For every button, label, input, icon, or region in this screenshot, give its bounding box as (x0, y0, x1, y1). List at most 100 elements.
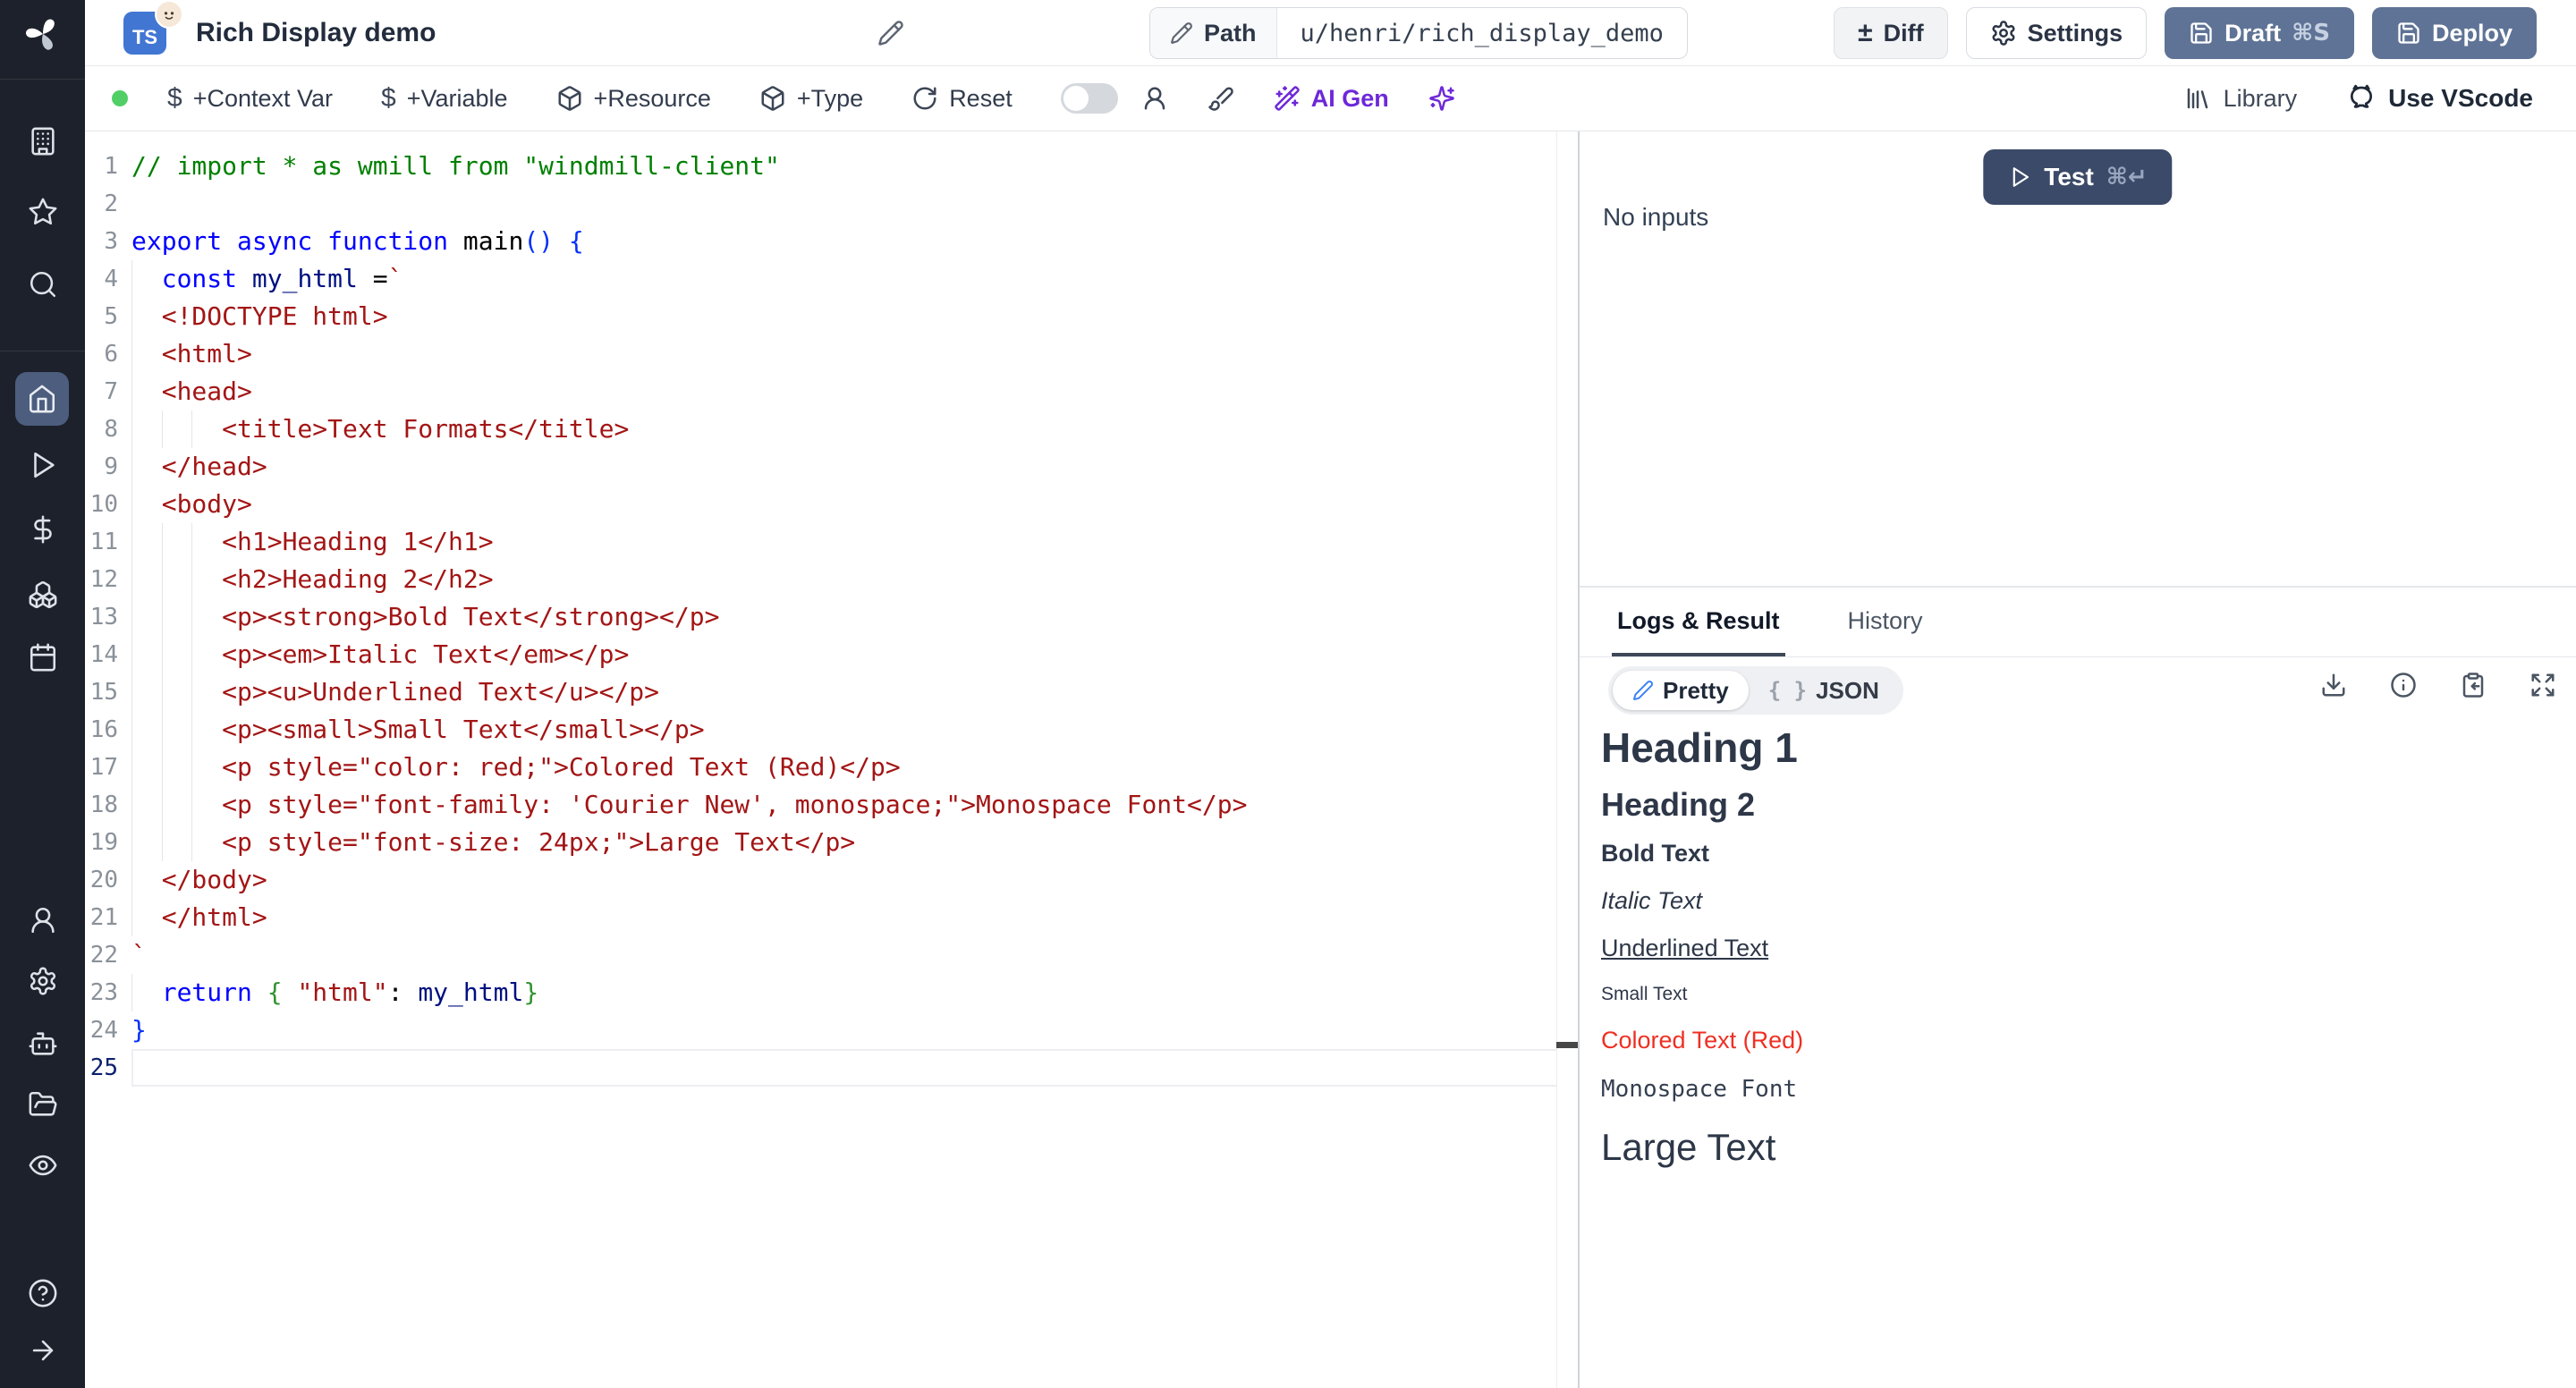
settings-button[interactable]: Settings (1966, 7, 2148, 59)
multiplayer-toggle[interactable] (1061, 83, 1118, 114)
save-icon (2189, 21, 2214, 46)
sidebar-item-folders[interactable] (0, 1083, 85, 1126)
sidebar-item-workspace[interactable] (0, 120, 85, 163)
line-number: 11 (85, 523, 131, 561)
format-button[interactable] (1208, 85, 1234, 112)
home-icon (27, 384, 57, 414)
edit-title-button[interactable] (877, 20, 904, 47)
code-line-10[interactable]: 10 <body> (85, 486, 1578, 523)
line-number: 18 (85, 786, 131, 824)
view-json[interactable]: { } JSON (1749, 671, 1899, 710)
code-line-3[interactable]: 3export async function main() { (85, 223, 1578, 260)
robot-icon (28, 1028, 58, 1059)
sidebar-item-search[interactable] (0, 263, 85, 306)
code-editor[interactable]: 1// import * as wmill from "windmill-cli… (85, 131, 1578, 1388)
code-line-9[interactable]: 9 </head> (85, 448, 1578, 486)
code-line-24[interactable]: 24} (85, 1011, 1578, 1049)
code-line-21[interactable]: 21 </html> (85, 899, 1578, 936)
sidebar-item-runs[interactable] (0, 444, 85, 487)
line-number: 2 (85, 185, 131, 223)
sidebar-item-audit-logs[interactable] (0, 1144, 85, 1187)
tab-logs-result[interactable]: Logs & Result (1612, 588, 1785, 656)
code-line-7[interactable]: 7 <head> (85, 373, 1578, 410)
code-line-2[interactable]: 2 (85, 185, 1578, 223)
add-type-button[interactable]: +Type (759, 85, 863, 113)
sidebar-item-home[interactable] (15, 372, 69, 426)
play-icon (28, 450, 58, 480)
code-line-19[interactable]: 19 <p style="font-size: 24px;">Large Tex… (85, 824, 1578, 861)
sidebar-item-settings[interactable] (0, 960, 85, 1003)
sidebar-item-schedules[interactable] (0, 636, 85, 679)
library-button[interactable]: Library (2184, 85, 2298, 113)
copy-result-button[interactable] (2460, 672, 2487, 698)
code-line-18[interactable]: 18 <p style="font-family: 'Courier New',… (85, 786, 1578, 824)
code-line-1[interactable]: 1// import * as wmill from "windmill-cli… (85, 148, 1578, 185)
editor-overview-ruler[interactable] (1556, 131, 1578, 1388)
sidebar-item-users[interactable] (0, 899, 85, 942)
code-line-22[interactable]: 22` (85, 936, 1578, 974)
result-small: Small Text (1601, 984, 2576, 1005)
sidebar-item-help[interactable] (0, 1272, 85, 1315)
result-large: Large Text (1601, 1126, 2576, 1169)
line-number: 25 (85, 1049, 131, 1087)
line-number: 1 (85, 148, 131, 185)
code-line-17[interactable]: 17 <p style="color: red;">Colored Text (… (85, 749, 1578, 786)
code-line-25[interactable]: 25 (85, 1049, 1578, 1087)
add-context-var-button[interactable]: $ +Context Var (167, 83, 333, 114)
sidebar-item-resources[interactable] (0, 573, 85, 616)
test-button[interactable]: Test ⌘↵ (1983, 149, 2172, 205)
code-line-11[interactable]: 11 <h1>Heading 1</h1> (85, 523, 1578, 561)
windmill-logo-icon[interactable] (0, 13, 85, 55)
ai-suggest-button[interactable] (1428, 85, 1455, 112)
use-vscode-button[interactable]: Use VScode (2347, 84, 2533, 113)
code-line-20[interactable]: 20 </body> (85, 861, 1578, 899)
pencil-icon (1170, 21, 1193, 45)
result-info-button[interactable] (2390, 672, 2417, 698)
view-pretty[interactable]: Pretty (1613, 671, 1749, 710)
code-line-12[interactable]: 12 <h2>Heading 2</h2> (85, 561, 1578, 598)
sidebar-item-workers[interactable] (0, 1022, 85, 1065)
draft-button[interactable]: Draft ⌘S (2165, 7, 2354, 59)
line-number: 10 (85, 486, 131, 523)
package-icon (556, 85, 583, 112)
play-icon (2008, 165, 2031, 189)
code-line-15[interactable]: 15 <p><u>Underlined Text</u></p> (85, 673, 1578, 711)
ai-gen-button[interactable]: AI Gen (1274, 85, 1389, 113)
sidebar (0, 0, 85, 1388)
dollar-icon (28, 514, 58, 545)
code-line-6[interactable]: 6 <html> (85, 335, 1578, 373)
reset-button[interactable]: Reset (911, 85, 1013, 113)
star-icon (28, 197, 58, 227)
add-variable-button[interactable]: $ +Variable (381, 83, 508, 114)
library-icon (2184, 85, 2211, 112)
sidebar-item-favorites[interactable] (0, 190, 85, 233)
line-number: 8 (85, 410, 131, 448)
code-line-14[interactable]: 14 <p><em>Italic Text</em></p> (85, 636, 1578, 673)
diff-button[interactable]: ± Diff (1834, 7, 1947, 59)
code-line-4[interactable]: 4 const my_html =` (85, 260, 1578, 298)
sidebar-item-variables[interactable] (0, 508, 85, 551)
sidebar-collapse-button[interactable] (0, 1329, 85, 1372)
line-number: 20 (85, 861, 131, 899)
line-number: 15 (85, 673, 131, 711)
pen-icon (1632, 680, 1654, 701)
add-resource-button[interactable]: +Resource (556, 85, 711, 113)
result-mono: Monospace Font (1601, 1076, 2576, 1103)
expand-result-button[interactable] (2529, 672, 2556, 698)
draft-shortcut: ⌘S (2292, 20, 2330, 47)
code-line-8[interactable]: 8 <title>Text Formats</title> (85, 410, 1578, 448)
code-line-23[interactable]: 23 return { "html": my_html} (85, 974, 1578, 1011)
result-italic: Italic Text (1601, 887, 2576, 915)
deploy-button[interactable]: Deploy (2372, 7, 2537, 59)
code-lines[interactable]: 1// import * as wmill from "windmill-cli… (85, 148, 1578, 1087)
tab-history[interactable]: History (1843, 588, 1928, 656)
code-line-13[interactable]: 13 <p><strong>Bold Text</strong></p> (85, 598, 1578, 636)
expand-icon (2529, 672, 2556, 698)
path-field[interactable]: Path u/henri/rich_display_demo (1149, 7, 1688, 59)
download-result-button[interactable] (2320, 672, 2347, 698)
code-line-16[interactable]: 16 <p><small>Small Text</small></p> (85, 711, 1578, 749)
line-number: 12 (85, 561, 131, 598)
calendar-icon (28, 642, 58, 673)
path-value[interactable]: u/henri/rich_display_demo (1277, 8, 1687, 58)
code-line-5[interactable]: 5 <!DOCTYPE html> (85, 298, 1578, 335)
